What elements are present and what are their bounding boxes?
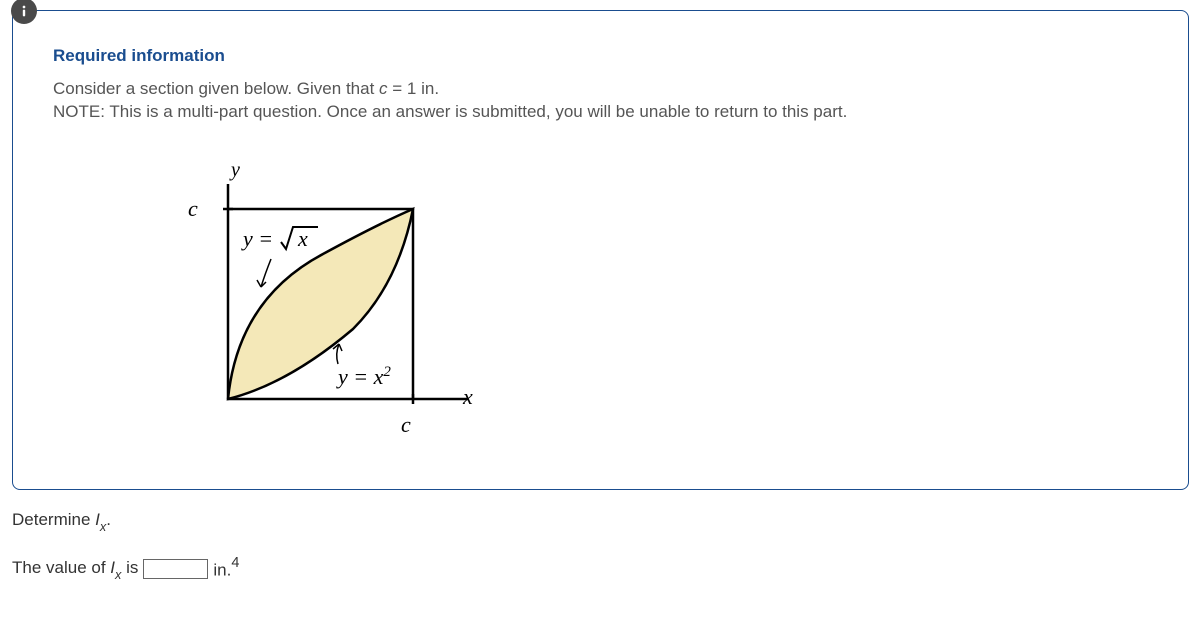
desc-note: NOTE: This is a multi-part question. Onc… <box>53 102 847 121</box>
curve-x2-label: y = x2 <box>336 364 391 389</box>
curve-sqrt-label: y = <box>241 226 273 251</box>
answer-input[interactable] <box>143 559 208 579</box>
prompt-pre: Determine <box>12 510 95 529</box>
section-header: Required information <box>53 46 1148 66</box>
variable-c: c <box>379 79 388 98</box>
answer-unit-base: in. <box>213 561 231 580</box>
problem-description: Consider a section given below. Given th… <box>53 78 1148 124</box>
c-label-x: c <box>401 412 411 437</box>
answer-sub: x <box>115 567 121 582</box>
prompt-sub: x <box>100 519 106 534</box>
curve-sqrt-radicand: x <box>297 226 308 251</box>
desc-text-2: = 1 in. <box>388 79 440 98</box>
question-prompt: Determine Ix. <box>12 510 1189 532</box>
desc-text-1: Consider a section given below. Given th… <box>53 79 379 98</box>
answer-mid: is <box>121 558 138 577</box>
answer-row: The value of Ix is in.4 <box>12 557 1189 581</box>
required-information-box: Required information Consider a section … <box>12 10 1189 490</box>
answer-unit-exp: 4 <box>231 555 239 571</box>
section-diagram: y c x c y = <box>123 154 1148 449</box>
answer-pre: The value of <box>12 558 110 577</box>
c-label-y: c <box>188 196 198 221</box>
alert-icon <box>11 0 37 24</box>
prompt-post: . <box>106 510 111 529</box>
x-axis-label: x <box>462 384 473 409</box>
y-axis-label: y <box>229 159 240 181</box>
